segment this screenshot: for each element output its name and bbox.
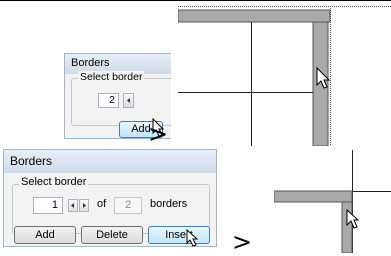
group-label: Select border: [19, 176, 89, 188]
spin-left-icon: [127, 98, 130, 103]
top-rule: [0, 0, 391, 1]
spin-left-button[interactable]: [68, 199, 78, 212]
spin-right-button[interactable]: [79, 199, 89, 212]
canvas-preview-top: [178, 6, 391, 146]
spin-left-button[interactable]: [123, 93, 134, 108]
borders-unit-label: borders: [150, 198, 188, 210]
border-number-field[interactable]: 1: [33, 197, 63, 214]
step-arrow: >: [232, 228, 253, 256]
canvas-preview-bottom: [274, 150, 391, 253]
top-border-band: [178, 9, 331, 23]
border-number-field[interactable]: 2: [98, 93, 119, 108]
borders-dialog: Borders Select border 1 of 2 borders Add…: [3, 149, 217, 247]
group-label: Select border: [78, 71, 145, 83]
hand-cursor-icon: [186, 229, 199, 247]
add-button[interactable]: Add: [14, 226, 76, 244]
spin-left-icon: [71, 203, 74, 208]
spin-right-icon: [83, 203, 86, 208]
step-arrow: >: [148, 120, 169, 148]
dialog-title: Borders: [4, 150, 216, 173]
delete-button[interactable]: Delete: [81, 226, 143, 244]
border-total-field: 2: [114, 197, 142, 214]
of-label: of: [97, 198, 107, 210]
new-border-band: [274, 190, 353, 203]
